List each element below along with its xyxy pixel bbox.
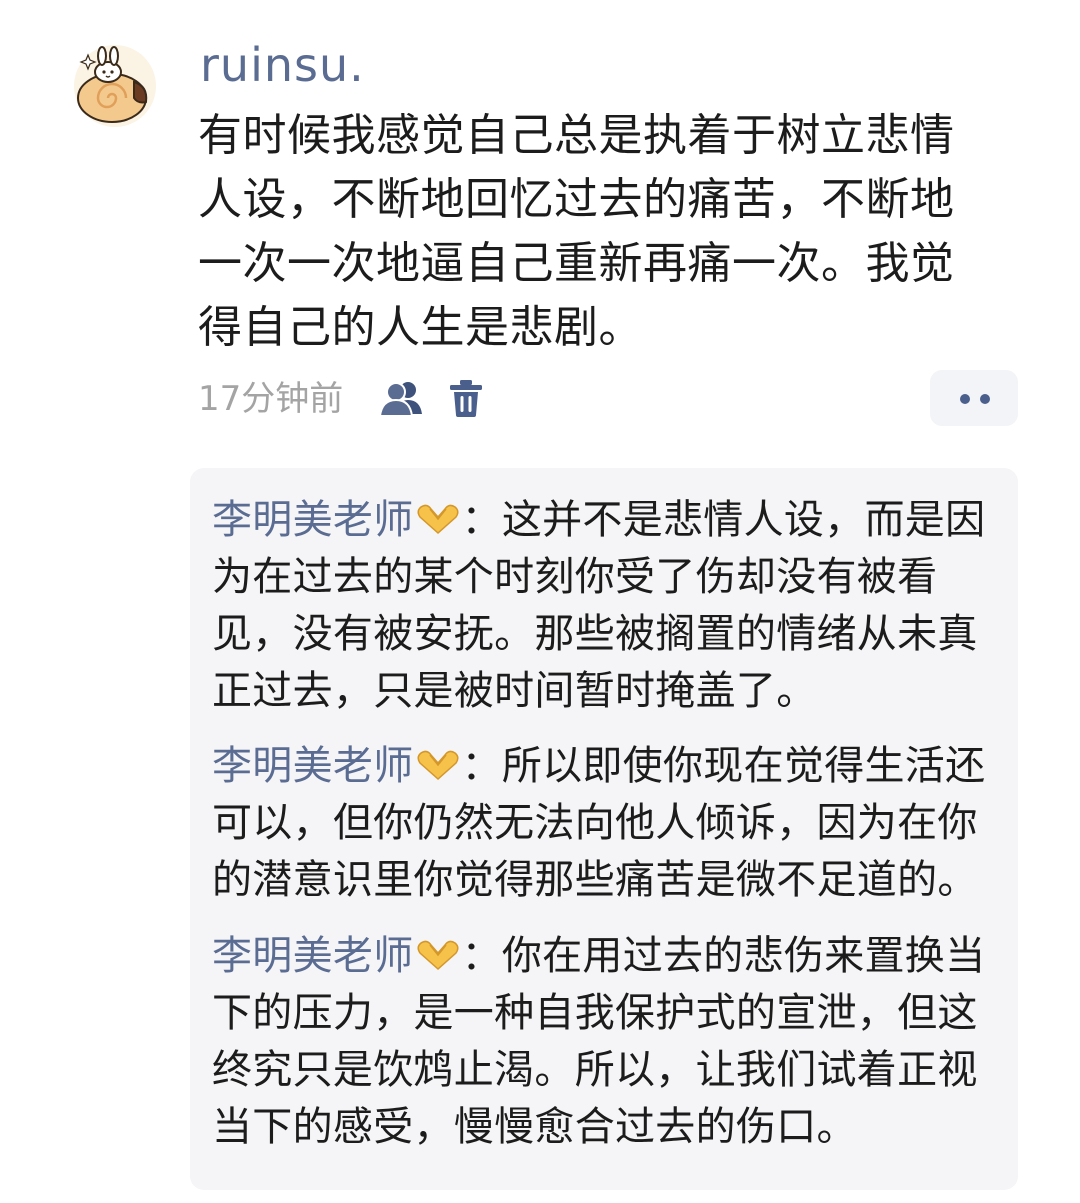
- timestamp: 17分钟前: [198, 379, 344, 419]
- post-text: 有时候我感觉自己总是执着于树立悲情人设，不断地回忆过去的痛苦，不断地一次一次地逼…: [198, 110, 955, 353]
- reply-item[interactable]: 李明美老师 ：所以即使你现在觉得生活还可以，但你仍然无法向他人倾诉，因为在你的潜意…: [212, 738, 1002, 909]
- heart-hands-icon: [417, 940, 458, 971]
- heart-hands-icon: [417, 750, 458, 781]
- heart-hands-icon: [417, 504, 458, 535]
- reply-separator: ：: [461, 497, 502, 543]
- reply-author[interactable]: 李明美老师: [212, 743, 414, 789]
- more-dots-icon: [960, 394, 970, 404]
- more-dots-icon: [980, 394, 990, 404]
- users-icon[interactable]: [378, 378, 424, 418]
- more-button[interactable]: [930, 370, 1018, 426]
- avatar[interactable]: [72, 44, 158, 128]
- reply-author[interactable]: 李明美老师: [212, 497, 414, 543]
- reply-separator: ：: [461, 933, 502, 979]
- username[interactable]: ruinsu.: [200, 34, 365, 96]
- reply-author[interactable]: 李明美老师: [212, 933, 414, 979]
- reply-list: 李明美老师 ：这并不是悲情人设，而是因为在过去的某个时刻你受了伤却没有被看见，没有…: [190, 468, 1018, 1190]
- reply-separator: ：: [461, 743, 502, 789]
- trash-icon[interactable]: [448, 378, 484, 418]
- reply-item[interactable]: 李明美老师 ：这并不是悲情人设，而是因为在过去的某个时刻你受了伤却没有被看见，没有…: [212, 492, 1002, 720]
- reply-item[interactable]: 李明美老师 ：你在用过去的悲伤来置换当下的压力，是一种自我保护式的宣泄，但这终究只…: [212, 928, 1002, 1156]
